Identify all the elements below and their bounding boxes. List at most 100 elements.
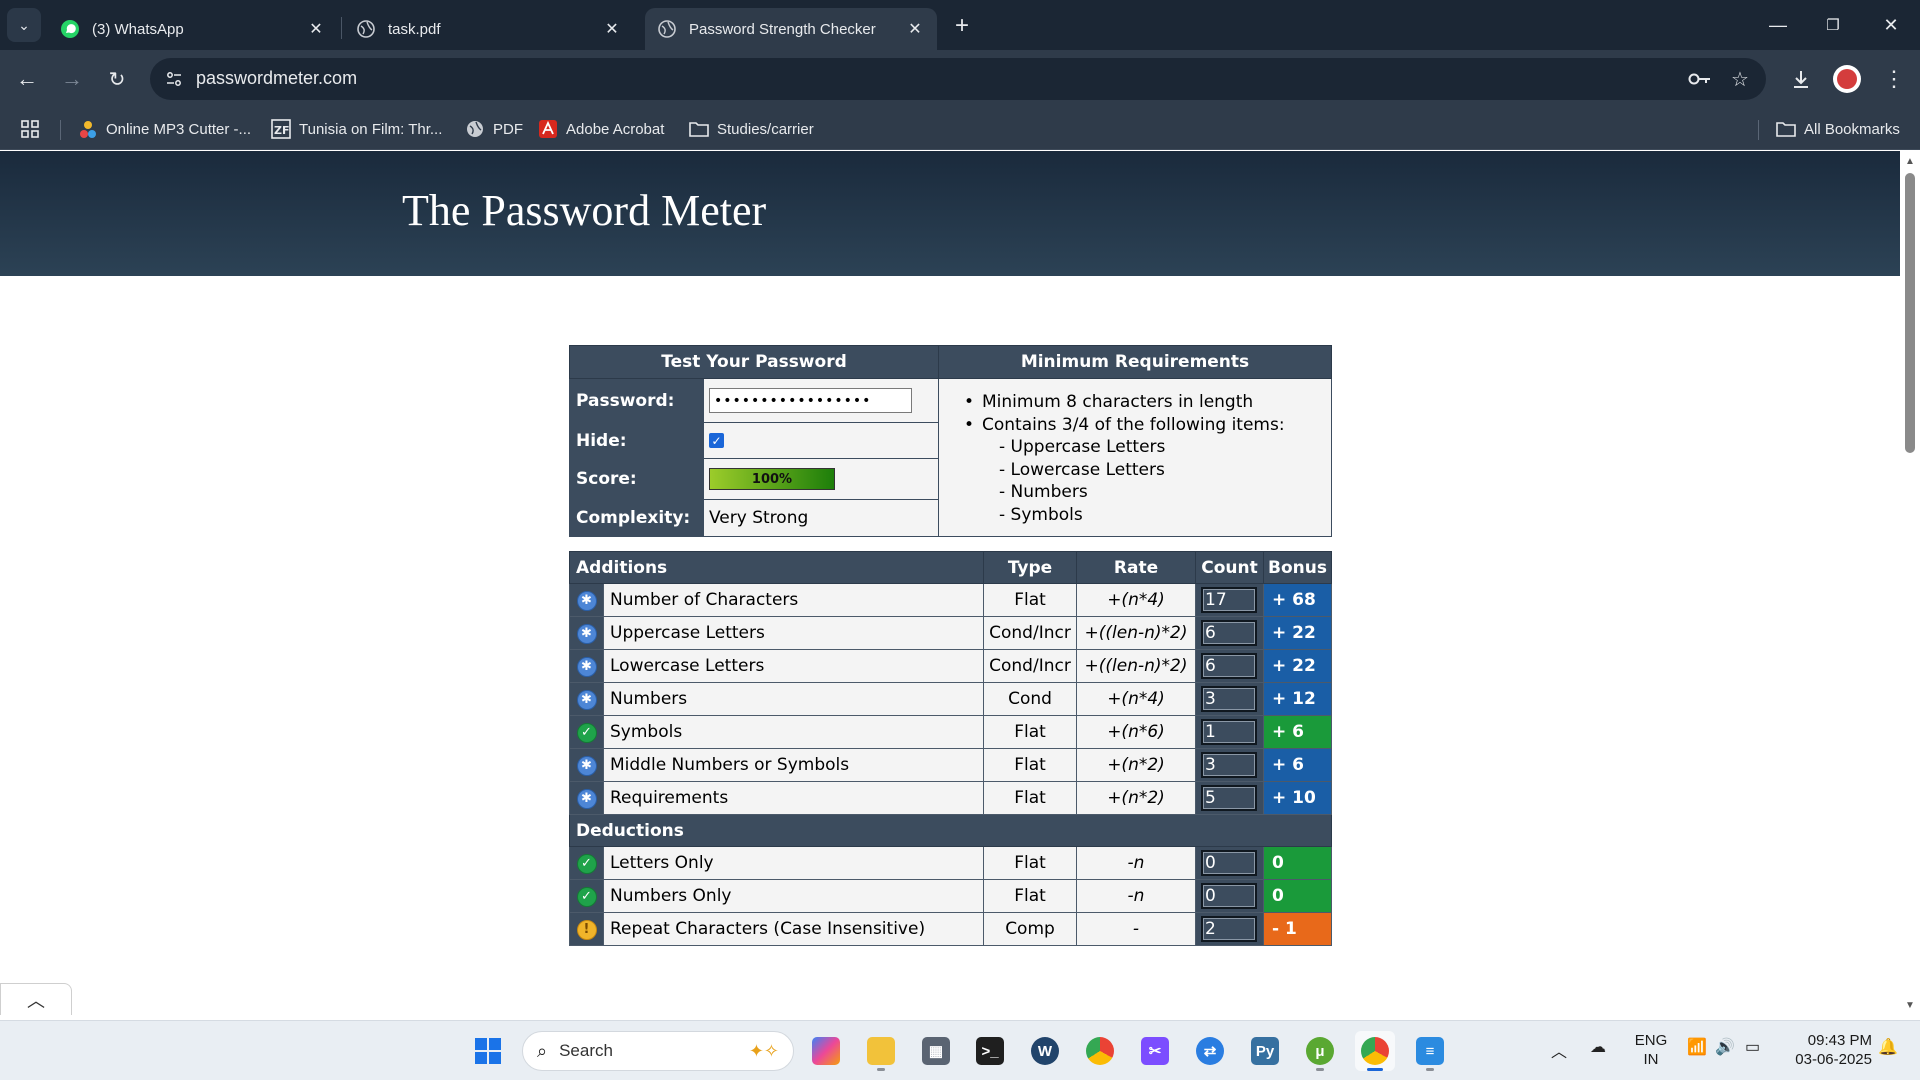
reload-button[interactable]: ↻ bbox=[100, 62, 134, 96]
tab-search-button[interactable]: ⌄ bbox=[7, 8, 41, 42]
bonus-value: + 22 bbox=[1263, 616, 1332, 650]
status-cell: ✱ bbox=[569, 682, 604, 716]
chrome-icon bbox=[1086, 1037, 1114, 1065]
bookmark-separator bbox=[60, 120, 61, 140]
password-key-icon[interactable] bbox=[1688, 67, 1712, 91]
chevron-up-icon: ︿ bbox=[27, 990, 45, 1011]
requirements-list: Minimum 8 characters in length Contains … bbox=[938, 378, 1332, 537]
count-field: 5 bbox=[1201, 785, 1257, 811]
count-header: Count bbox=[1195, 551, 1264, 584]
tab-whatsapp[interactable]: (3) WhatsApp ✕ bbox=[48, 8, 338, 50]
profile-avatar[interactable] bbox=[1833, 65, 1861, 93]
back-button[interactable]: ← bbox=[10, 62, 44, 96]
teamviewer-app[interactable]: ⇄ bbox=[1190, 1031, 1230, 1071]
snipping-tool-app[interactable]: ✂ bbox=[1135, 1031, 1175, 1071]
sparkle-icon: ✦✧ bbox=[748, 1040, 779, 1061]
clock[interactable]: 09:43 PM 03-06-2025 bbox=[1776, 1031, 1872, 1069]
restore-button[interactable]: ❐ bbox=[1810, 10, 1856, 40]
close-window-button[interactable]: ✕ bbox=[1868, 10, 1914, 40]
folder-icon bbox=[867, 1037, 895, 1065]
requirement-sub-item: - Uppercase Letters bbox=[999, 437, 1166, 458]
copilot-app[interactable] bbox=[806, 1031, 846, 1071]
close-icon[interactable]: ✕ bbox=[306, 19, 326, 39]
info-circle-icon: ✱ bbox=[576, 656, 597, 677]
criterion-type: Cond bbox=[983, 682, 1077, 716]
hide-checkbox[interactable]: ✓ bbox=[709, 433, 724, 448]
bonus-value: + 6 bbox=[1263, 715, 1332, 749]
clock-date: 03-06-2025 bbox=[1795, 1051, 1872, 1068]
onedrive-icon[interactable]: ☁ bbox=[1590, 1037, 1606, 1057]
page-title: The Password Meter bbox=[402, 186, 767, 235]
site-info-icon[interactable] bbox=[160, 65, 188, 93]
criterion-name: Number of Characters bbox=[603, 583, 984, 617]
deductions-rows: ✓ Letters Only Flat -n 0 0 ✓ Numbers Only Flat -n… bbox=[569, 846, 1332, 946]
clock-time: 09:43 PM bbox=[1807, 1032, 1872, 1049]
bonus-value: + 22 bbox=[1263, 649, 1332, 683]
close-icon[interactable]: ✕ bbox=[602, 19, 622, 39]
taskbar-search[interactable]: ⌕ Search ✦✧ bbox=[522, 1031, 794, 1071]
language-indicator[interactable]: ENG IN bbox=[1628, 1031, 1674, 1069]
bookmark-pdf[interactable]: PDF bbox=[465, 116, 523, 142]
bookmark-adobe-acrobat[interactable]: Adobe Acrobat bbox=[538, 116, 664, 142]
more-menu-icon[interactable]: ⋮ bbox=[1877, 62, 1911, 96]
all-bookmarks-button[interactable]: All Bookmarks bbox=[1776, 116, 1900, 142]
folder-icon bbox=[1776, 119, 1796, 139]
terminal-app[interactable]: >_ bbox=[970, 1031, 1010, 1071]
bookmark-star-icon[interactable]: ☆ bbox=[1728, 67, 1752, 91]
criterion-rate: +(n*4) bbox=[1076, 682, 1196, 716]
count-field: 2 bbox=[1201, 916, 1257, 942]
scroll-to-top-button[interactable]: ︿ bbox=[0, 983, 72, 1015]
address-bar[interactable]: passwordmeter.com ☆ bbox=[150, 58, 1766, 100]
count-cell: 3 bbox=[1195, 682, 1264, 716]
score-row: ✱ Numbers Cond +(n*4) 3 + 12 bbox=[569, 682, 1332, 716]
download-icon[interactable] bbox=[1784, 62, 1818, 96]
minimum-requirements-header: Minimum Requirements bbox=[938, 345, 1332, 379]
check-circle-icon: ✓ bbox=[576, 853, 597, 874]
file-explorer-app[interactable] bbox=[861, 1031, 901, 1071]
battery-icon[interactable]: ▭ bbox=[1745, 1037, 1760, 1057]
chevron-up-icon[interactable]: ︿ bbox=[1551, 1038, 1567, 1062]
scroll-up-arrow-icon[interactable]: ▲ bbox=[1904, 155, 1916, 167]
volume-icon[interactable]: 🔊 bbox=[1715, 1037, 1735, 1057]
wifi-icon[interactable]: 📶 bbox=[1687, 1037, 1707, 1057]
warning-circle-icon: ! bbox=[576, 919, 597, 940]
info-circle-icon: ✱ bbox=[576, 590, 597, 611]
criterion-rate: - bbox=[1076, 912, 1196, 946]
criterion-name: Repeat Characters (Case Insensitive) bbox=[603, 912, 984, 946]
url-text[interactable]: passwordmeter.com bbox=[196, 68, 357, 89]
utorrent-app[interactable]: μ bbox=[1300, 1031, 1340, 1071]
chrome-app[interactable] bbox=[1080, 1031, 1120, 1071]
bookmark-studies-carrier[interactable]: Studies/carrier bbox=[689, 116, 814, 142]
status-cell: ✱ bbox=[569, 616, 604, 650]
apps-grid-icon[interactable] bbox=[20, 116, 40, 142]
windows-logo-icon bbox=[475, 1038, 501, 1064]
forward-button[interactable]: → bbox=[55, 62, 89, 96]
utorrent-icon: μ bbox=[1306, 1037, 1334, 1065]
running-indicator bbox=[1367, 1068, 1383, 1071]
wordpress-app[interactable]: W bbox=[1025, 1031, 1065, 1071]
start-button[interactable] bbox=[468, 1031, 508, 1071]
python-app[interactable]: Py bbox=[1245, 1031, 1285, 1071]
scrollbar-thumb[interactable] bbox=[1905, 173, 1915, 453]
score-label: Score: bbox=[569, 458, 704, 500]
bookmark-online-mp3-cutter[interactable]: Online MP3 Cutter -... bbox=[78, 116, 251, 142]
scroll-down-arrow-icon[interactable]: ▼ bbox=[1904, 999, 1916, 1011]
minimize-button[interactable]: — bbox=[1755, 10, 1801, 40]
tab-task-pdf[interactable]: task.pdf ✕ bbox=[344, 8, 634, 50]
page-scrollbar[interactable]: ▲ ▼ bbox=[1900, 151, 1920, 1015]
score-row: ✓ Letters Only Flat -n 0 0 bbox=[569, 846, 1332, 880]
bookmark-tunisia-on-film[interactable]: ZF Tunisia on Film: Thr... bbox=[271, 116, 442, 142]
password-input[interactable]: ••••••••••••••••• bbox=[709, 388, 912, 413]
new-tab-button[interactable]: + bbox=[948, 12, 976, 40]
check-circle-icon: ✓ bbox=[576, 722, 597, 743]
notification-bell-icon[interactable]: 🔔 bbox=[1878, 1037, 1898, 1057]
calculator-app[interactable]: ▦ bbox=[916, 1031, 956, 1071]
bookmark-label: Online MP3 Cutter -... bbox=[106, 120, 252, 138]
bookmarks-bar: Online MP3 Cutter -... ZF Tunisia on Fil… bbox=[0, 108, 1920, 150]
notepad-app[interactable]: ≡ bbox=[1410, 1031, 1450, 1071]
bonus-value: - 1 bbox=[1263, 912, 1332, 946]
close-icon[interactable]: ✕ bbox=[905, 19, 925, 39]
tab-password-strength-checker[interactable]: Password Strength Checker ✕ bbox=[645, 8, 937, 50]
chrome-active-app[interactable] bbox=[1355, 1031, 1395, 1071]
additions-rows: ✱ Number of Characters Flat +(n*4) 17 + 68 ✱ Up… bbox=[569, 583, 1332, 815]
